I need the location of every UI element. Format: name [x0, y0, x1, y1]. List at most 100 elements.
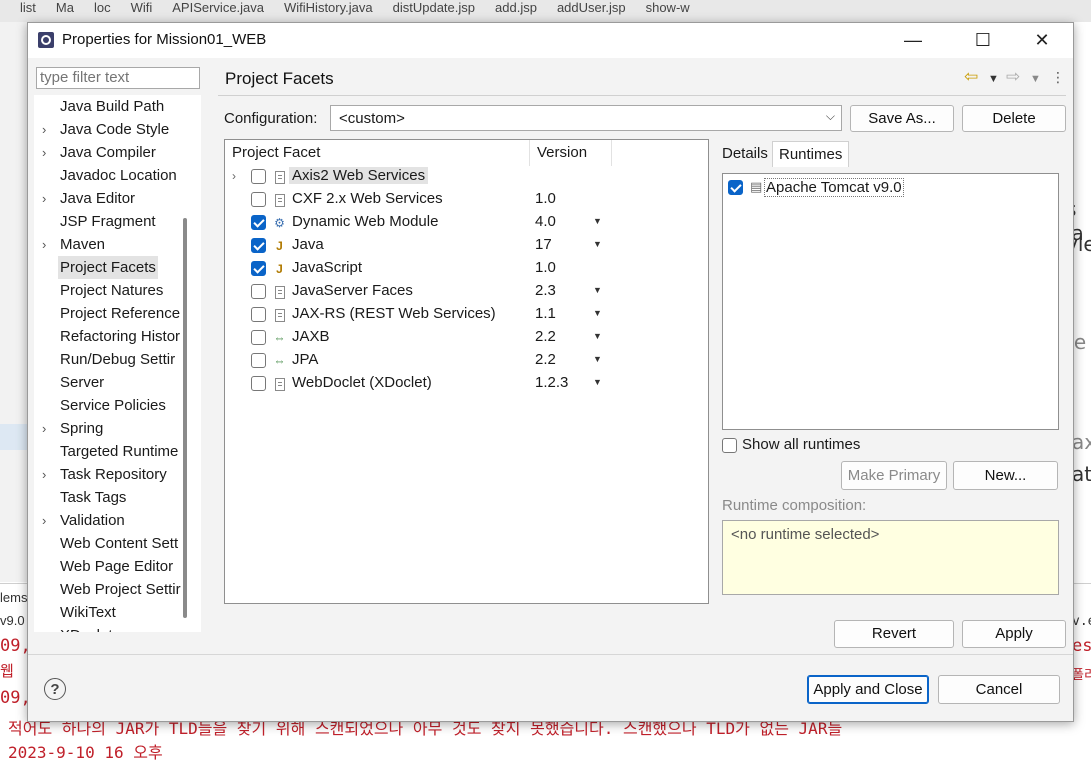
facet-version[interactable]: 2.2 [535, 328, 556, 345]
chevron-right-icon[interactable]: › [42, 509, 46, 532]
version-dropdown-icon[interactable]: ▼ [593, 331, 602, 341]
facet-checkbox[interactable] [251, 169, 266, 184]
editor-tab[interactable]: Ma [56, 0, 74, 15]
facet-checkbox[interactable] [251, 284, 266, 299]
facet-version[interactable]: 17 [535, 236, 552, 253]
tree-item-label: Web Content Sett [60, 535, 179, 552]
chevron-right-icon[interactable]: › [42, 463, 46, 486]
facet-checkbox[interactable] [251, 353, 266, 368]
help-icon[interactable]: ? [44, 678, 66, 700]
chevron-right-icon[interactable]: › [42, 187, 46, 210]
chevron-right-icon[interactable]: › [232, 169, 236, 183]
new-runtime-button[interactable]: New... [953, 461, 1058, 490]
facet-checkbox[interactable] [251, 330, 266, 345]
editor-tab[interactable]: add.jsp [495, 0, 537, 15]
tree-item-label: Java Editor [60, 190, 136, 207]
tree-item-label: Project Reference [60, 305, 181, 322]
header-divider [218, 95, 1066, 96]
editor-tab[interactable]: APIService.java [172, 0, 264, 15]
editor-tab[interactable]: Wifi [131, 0, 153, 15]
version-dropdown-icon[interactable]: ▼ [593, 285, 602, 295]
back-menu-icon[interactable]: ▼ [988, 73, 999, 85]
view-menu-icon[interactable]: ⋮ [1051, 69, 1065, 86]
delete-button[interactable]: Delete [962, 105, 1066, 132]
editor-tab[interactable]: list [20, 0, 36, 15]
facet-row[interactable]: J Java 17 ▼ [225, 235, 708, 258]
ide-editor-edge [1072, 22, 1091, 582]
forward-menu-icon[interactable]: ▼ [1030, 73, 1041, 85]
console-line: es [1072, 636, 1091, 656]
facet-checkbox[interactable] [251, 307, 266, 322]
chevron-right-icon[interactable]: › [42, 233, 46, 256]
facet-row[interactable]: ⇔ JPA 2.2 ▼ [225, 350, 708, 373]
runtime-checkbox[interactable] [728, 180, 743, 195]
facet-name: CXF 2.x Web Services [292, 190, 443, 207]
java-facet-icon: J [276, 239, 283, 253]
chevron-right-icon[interactable]: › [42, 118, 46, 141]
save-as-button[interactable]: Save As... [850, 105, 954, 132]
back-arrow-icon[interactable]: ⇦ [964, 67, 978, 87]
doc-icon [275, 378, 285, 391]
configuration-select[interactable]: <custom> ⌵ [330, 105, 842, 131]
facet-checkbox[interactable] [251, 261, 266, 276]
column-header-facet[interactable]: Project Facet [225, 140, 530, 166]
tree-scrollbar[interactable] [183, 218, 187, 618]
title-bar[interactable]: Properties for Mission01_WEB — ☐ ✕ [28, 23, 1073, 58]
show-all-runtimes-checkbox[interactable] [722, 438, 737, 453]
ide-left-panel [0, 22, 27, 582]
apply-and-close-button[interactable]: Apply and Close [807, 675, 929, 704]
runtime-row[interactable]: ▤ Apache Tomcat v9.0 [723, 178, 1058, 200]
minimize-button[interactable]: — [890, 23, 936, 58]
forward-arrow-icon[interactable]: ⇨ [1006, 67, 1020, 87]
doc-icon [275, 171, 285, 184]
facet-version[interactable]: 1.2.3 [535, 374, 568, 391]
tree-item-label: Java Code Style [60, 121, 170, 138]
facet-row[interactable]: JAX-RS (REST Web Services) 1.1 ▼ [225, 304, 708, 327]
version-dropdown-icon[interactable]: ▼ [593, 354, 602, 364]
facet-checkbox[interactable] [251, 238, 266, 253]
chevron-down-icon: ⌵ [825, 109, 835, 123]
editor-tab[interactable]: distUpdate.jsp [393, 0, 475, 15]
dialog-title: Properties for Mission01_WEB [62, 31, 267, 48]
bg-editor-text: at [1072, 462, 1091, 486]
chevron-right-icon[interactable]: › [42, 417, 46, 440]
facet-checkbox[interactable] [251, 192, 266, 207]
version-dropdown-icon[interactable]: ▼ [593, 377, 602, 387]
javascript-facet-icon: J [276, 262, 283, 276]
tab-runtimes[interactable]: Runtimes [772, 141, 850, 167]
maximize-button[interactable]: ☐ [960, 23, 1006, 58]
revert-button[interactable]: Revert [834, 620, 954, 648]
editor-tab[interactable]: loc [94, 0, 111, 15]
version-dropdown-icon[interactable]: ▼ [593, 239, 602, 249]
facet-row[interactable]: JavaServer Faces 2.3 ▼ [225, 281, 708, 304]
facet-checkbox[interactable] [251, 215, 266, 230]
version-dropdown-icon[interactable]: ▼ [593, 308, 602, 318]
facet-version[interactable]: 2.3 [535, 282, 556, 299]
chevron-right-icon[interactable]: › [42, 141, 46, 164]
filter-input[interactable] [36, 67, 200, 89]
facet-row[interactable]: ⇔ JAXB 2.2 ▼ [225, 327, 708, 350]
tree-item-label: Targeted Runtime [60, 443, 179, 460]
close-button[interactable]: ✕ [1019, 23, 1065, 58]
apply-button[interactable]: Apply [962, 620, 1066, 648]
editor-tab[interactable]: show-w [646, 0, 690, 15]
facet-name: JPA [292, 351, 319, 368]
tab-details[interactable]: Details [716, 141, 774, 167]
facet-row[interactable]: CXF 2.x Web Services 1.0 [225, 189, 708, 212]
facet-row[interactable]: ⚙ Dynamic Web Module 4.0 ▼ [225, 212, 708, 235]
cancel-button[interactable]: Cancel [938, 675, 1060, 704]
column-header-version[interactable]: Version [530, 140, 612, 166]
version-dropdown-icon[interactable]: ▼ [593, 216, 602, 226]
facet-row[interactable]: J JavaScript 1.0 [225, 258, 708, 281]
facet-row[interactable]: › Axis2 Web Services [225, 166, 708, 189]
editor-tab[interactable]: addUser.jsp [557, 0, 626, 15]
facet-version[interactable]: 1.1 [535, 305, 556, 322]
problems-tab[interactable]: lems [0, 590, 27, 605]
facet-version[interactable]: 2.2 [535, 351, 556, 368]
make-primary-button[interactable]: Make Primary [841, 461, 947, 490]
chevron-right-icon[interactable]: › [42, 624, 46, 632]
facet-row[interactable]: WebDoclet (XDoclet) 1.2.3 ▼ [225, 373, 708, 396]
editor-tab[interactable]: WifiHistory.java [284, 0, 373, 15]
facet-version[interactable]: 4.0 [535, 213, 556, 230]
facet-checkbox[interactable] [251, 376, 266, 391]
